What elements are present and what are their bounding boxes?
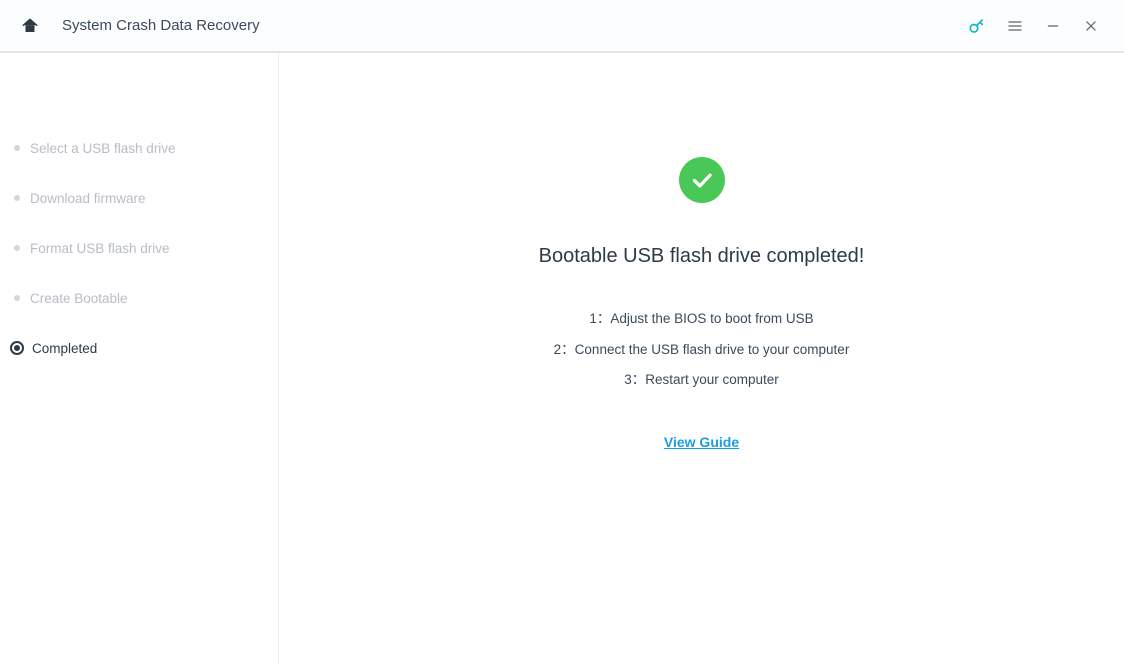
step-format-usb: Format USB flash drive xyxy=(0,223,278,273)
instruction-line: 3：Restart your computer xyxy=(554,373,850,387)
step-create-bootable: Create Bootable xyxy=(0,273,278,323)
instruction-line: 2：Connect the USB flash drive to your co… xyxy=(554,343,850,357)
step-download-firmware: Download firmware xyxy=(0,173,278,223)
key-icon[interactable] xyxy=(958,0,996,52)
success-check-icon xyxy=(679,157,725,203)
step-dot-icon xyxy=(14,145,20,151)
step-dot-icon xyxy=(14,195,20,201)
instruction-line: 1：Adjust the BIOS to boot from USB xyxy=(554,312,850,326)
close-icon[interactable] xyxy=(1072,0,1110,52)
home-icon[interactable] xyxy=(20,16,40,36)
view-guide-link[interactable]: View Guide xyxy=(664,434,739,450)
minimize-icon[interactable] xyxy=(1034,0,1072,52)
instructions-list: 1：Adjust the BIOS to boot from USB 2：Con… xyxy=(554,312,850,404)
step-select-usb: Select a USB flash drive xyxy=(0,123,278,173)
page-title: System Crash Data Recovery xyxy=(62,17,260,34)
step-active-icon xyxy=(10,341,24,355)
menu-icon[interactable] xyxy=(996,0,1034,52)
step-label: Completed xyxy=(32,341,97,356)
sidebar: Select a USB flash drive Download firmwa… xyxy=(0,53,279,664)
success-heading: Bootable USB flash drive completed! xyxy=(539,245,865,268)
step-label: Select a USB flash drive xyxy=(30,141,176,156)
step-dot-icon xyxy=(14,295,20,301)
step-label: Format USB flash drive xyxy=(30,241,170,256)
step-dot-icon xyxy=(14,245,20,251)
step-completed: Completed xyxy=(0,323,278,373)
title-bar: System Crash Data Recovery xyxy=(0,0,1124,52)
main-content: Bootable USB flash drive completed! 1：Ad… xyxy=(279,53,1124,664)
step-label: Download firmware xyxy=(30,191,146,206)
step-label: Create Bootable xyxy=(30,291,128,306)
